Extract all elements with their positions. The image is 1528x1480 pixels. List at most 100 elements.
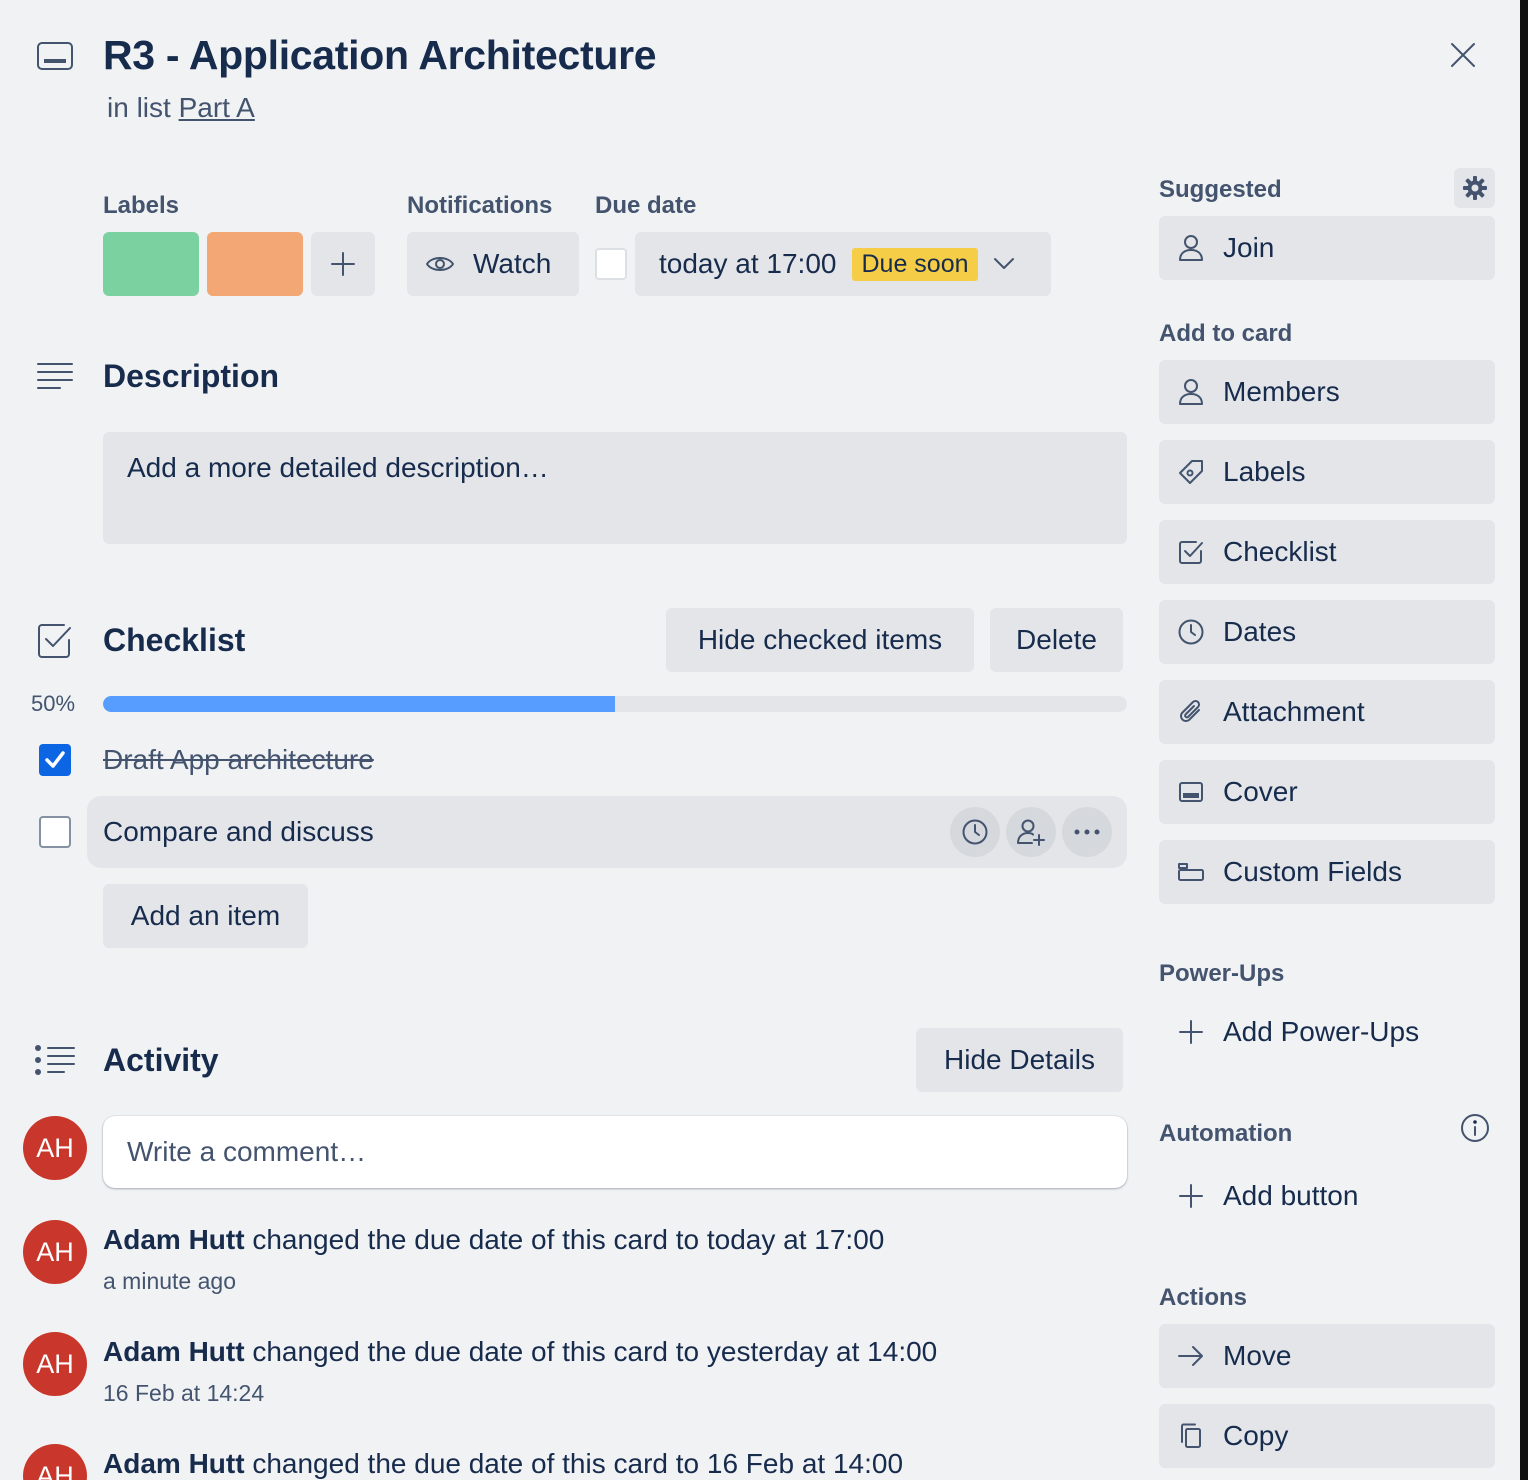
suggested-settings-button[interactable] bbox=[1454, 168, 1495, 208]
suggested-heading: Suggested bbox=[1159, 176, 1282, 203]
label-chip-green[interactable] bbox=[103, 232, 199, 296]
labels-label: Labels bbox=[1223, 456, 1306, 487]
card-title[interactable]: R3 - Application Architecture bbox=[103, 32, 657, 79]
checklist-item-checkbox[interactable] bbox=[39, 816, 71, 848]
move-button[interactable]: Move bbox=[1159, 1324, 1495, 1388]
close-icon[interactable] bbox=[1444, 36, 1482, 74]
members-button[interactable]: Members bbox=[1159, 360, 1495, 424]
automation-heading: Automation bbox=[1159, 1120, 1293, 1147]
due-complete-checkbox[interactable] bbox=[595, 248, 627, 280]
delete-checklist-button[interactable]: Delete bbox=[990, 608, 1123, 672]
checklist-progress-bar bbox=[103, 696, 1127, 712]
description-heading: Description bbox=[103, 358, 280, 394]
add-member-icon bbox=[1016, 818, 1046, 846]
comment-placeholder: Write a comment… bbox=[127, 1136, 367, 1167]
checklist-percent: 50% bbox=[31, 691, 76, 716]
activity-user[interactable]: Adam Hutt bbox=[103, 1448, 245, 1479]
custom-fields-icon bbox=[1159, 862, 1223, 882]
copy-button[interactable]: Copy bbox=[1159, 1404, 1495, 1468]
add-to-card-heading: Add to card bbox=[1159, 320, 1293, 347]
checklist-item-checkbox[interactable] bbox=[39, 744, 71, 776]
activity-entry: Adam Hutt changed the due date of this c… bbox=[103, 1448, 903, 1480]
activity-heading: Activity bbox=[103, 1042, 219, 1078]
cover-icon bbox=[1159, 781, 1223, 803]
attachment-label: Attachment bbox=[1223, 696, 1365, 727]
plus-icon bbox=[1159, 1019, 1223, 1045]
item-due-date-button[interactable] bbox=[950, 807, 1000, 857]
activity-user[interactable]: Adam Hutt bbox=[103, 1224, 245, 1255]
due-date-heading: Due date bbox=[595, 192, 697, 219]
custom-fields-button[interactable]: Custom Fields bbox=[1159, 840, 1495, 904]
comment-input[interactable]: Write a comment… bbox=[103, 1116, 1127, 1188]
attachment-button[interactable]: Attachment bbox=[1159, 680, 1495, 744]
checkbox-icon bbox=[1159, 539, 1223, 565]
list-prefix: in list bbox=[107, 92, 171, 123]
checklist-item-text[interactable]: Draft App architecture bbox=[103, 744, 374, 776]
item-assign-button[interactable] bbox=[1006, 807, 1056, 857]
description-editor[interactable]: Add a more detailed description… bbox=[103, 432, 1127, 544]
activity-entry: Adam Hutt changed the due date of this c… bbox=[103, 1336, 937, 1368]
activity-time[interactable]: 16 Feb at 14:24 bbox=[103, 1380, 264, 1407]
add-checklist-item-button[interactable]: Add an item bbox=[103, 884, 308, 948]
checkmark-icon bbox=[45, 751, 65, 768]
activity-entry: Adam Hutt changed the due date of this c… bbox=[103, 1224, 884, 1256]
activity-icon bbox=[34, 1044, 76, 1076]
due-date-button[interactable]: today at 17:00 Due soon bbox=[635, 232, 1051, 296]
members-label: Members bbox=[1223, 376, 1340, 407]
activity-user[interactable]: Adam Hutt bbox=[103, 1336, 245, 1367]
watch-button[interactable]: Watch bbox=[407, 232, 579, 296]
info-icon[interactable] bbox=[1459, 1112, 1491, 1144]
dates-button[interactable]: Dates bbox=[1159, 600, 1495, 664]
eye-icon bbox=[425, 253, 455, 275]
activity-avatar[interactable]: AH bbox=[23, 1332, 87, 1396]
activity-avatar[interactable]: AH bbox=[23, 1220, 87, 1284]
clock-icon bbox=[961, 818, 989, 846]
activity-text: changed the due date of this card to 16 … bbox=[244, 1448, 904, 1479]
add-button-label: Add button bbox=[1223, 1180, 1359, 1211]
person-icon bbox=[1159, 234, 1223, 262]
chevron-down-icon bbox=[992, 256, 1016, 272]
label-chip-orange[interactable] bbox=[207, 232, 303, 296]
hide-checked-items-button[interactable]: Hide checked items bbox=[666, 608, 974, 672]
checklist-item-text[interactable]: Compare and discuss bbox=[103, 816, 374, 848]
more-icon bbox=[1073, 828, 1101, 836]
copy-icon bbox=[1159, 1422, 1223, 1450]
add-power-ups-label: Add Power-Ups bbox=[1223, 1016, 1420, 1047]
activity-avatar[interactable]: AH bbox=[23, 1444, 87, 1480]
add-automation-button[interactable]: Add button bbox=[1159, 1164, 1495, 1228]
item-more-button[interactable] bbox=[1062, 807, 1112, 857]
move-label: Move bbox=[1223, 1340, 1292, 1371]
custom-fields-label: Custom Fields bbox=[1223, 856, 1402, 887]
cover-button[interactable]: Cover bbox=[1159, 760, 1495, 824]
due-date-value: today at 17:00 bbox=[659, 248, 837, 279]
due-soon-badge: Due soon bbox=[852, 247, 978, 281]
plus-icon bbox=[330, 251, 356, 277]
actions-heading: Actions bbox=[1159, 1284, 1248, 1311]
checklist-icon bbox=[36, 622, 74, 660]
add-power-ups-button[interactable]: Add Power-Ups bbox=[1159, 1000, 1495, 1064]
labels-button[interactable]: Labels bbox=[1159, 440, 1495, 504]
join-button[interactable]: Join bbox=[1159, 216, 1495, 280]
card-icon bbox=[36, 40, 74, 72]
activity-time[interactable]: a minute ago bbox=[103, 1268, 236, 1295]
checklist-progress-fill bbox=[103, 696, 615, 712]
description-placeholder: Add a more detailed description… bbox=[127, 452, 549, 483]
arrow-right-icon bbox=[1159, 1345, 1223, 1367]
activity-text: changed the due date of this card to yes… bbox=[244, 1336, 938, 1367]
list-reference: in list Part A bbox=[107, 92, 255, 124]
join-label: Join bbox=[1223, 232, 1275, 263]
plus-icon bbox=[1159, 1183, 1223, 1209]
current-user-avatar[interactable]: AH bbox=[23, 1116, 87, 1180]
window-edge bbox=[1520, 0, 1528, 1480]
hide-details-button[interactable]: Hide Details bbox=[916, 1028, 1123, 1092]
gear-icon bbox=[1462, 175, 1488, 201]
list-link[interactable]: Part A bbox=[179, 92, 255, 123]
add-label-button[interactable] bbox=[311, 232, 375, 296]
copy-label: Copy bbox=[1223, 1420, 1289, 1451]
checklist-button[interactable]: Checklist bbox=[1159, 520, 1495, 584]
tag-icon bbox=[1159, 458, 1223, 486]
clock-icon bbox=[1159, 618, 1223, 646]
labels-heading: Labels bbox=[103, 192, 180, 219]
dates-label: Dates bbox=[1223, 616, 1297, 647]
checklist-label: Checklist bbox=[1223, 536, 1337, 567]
